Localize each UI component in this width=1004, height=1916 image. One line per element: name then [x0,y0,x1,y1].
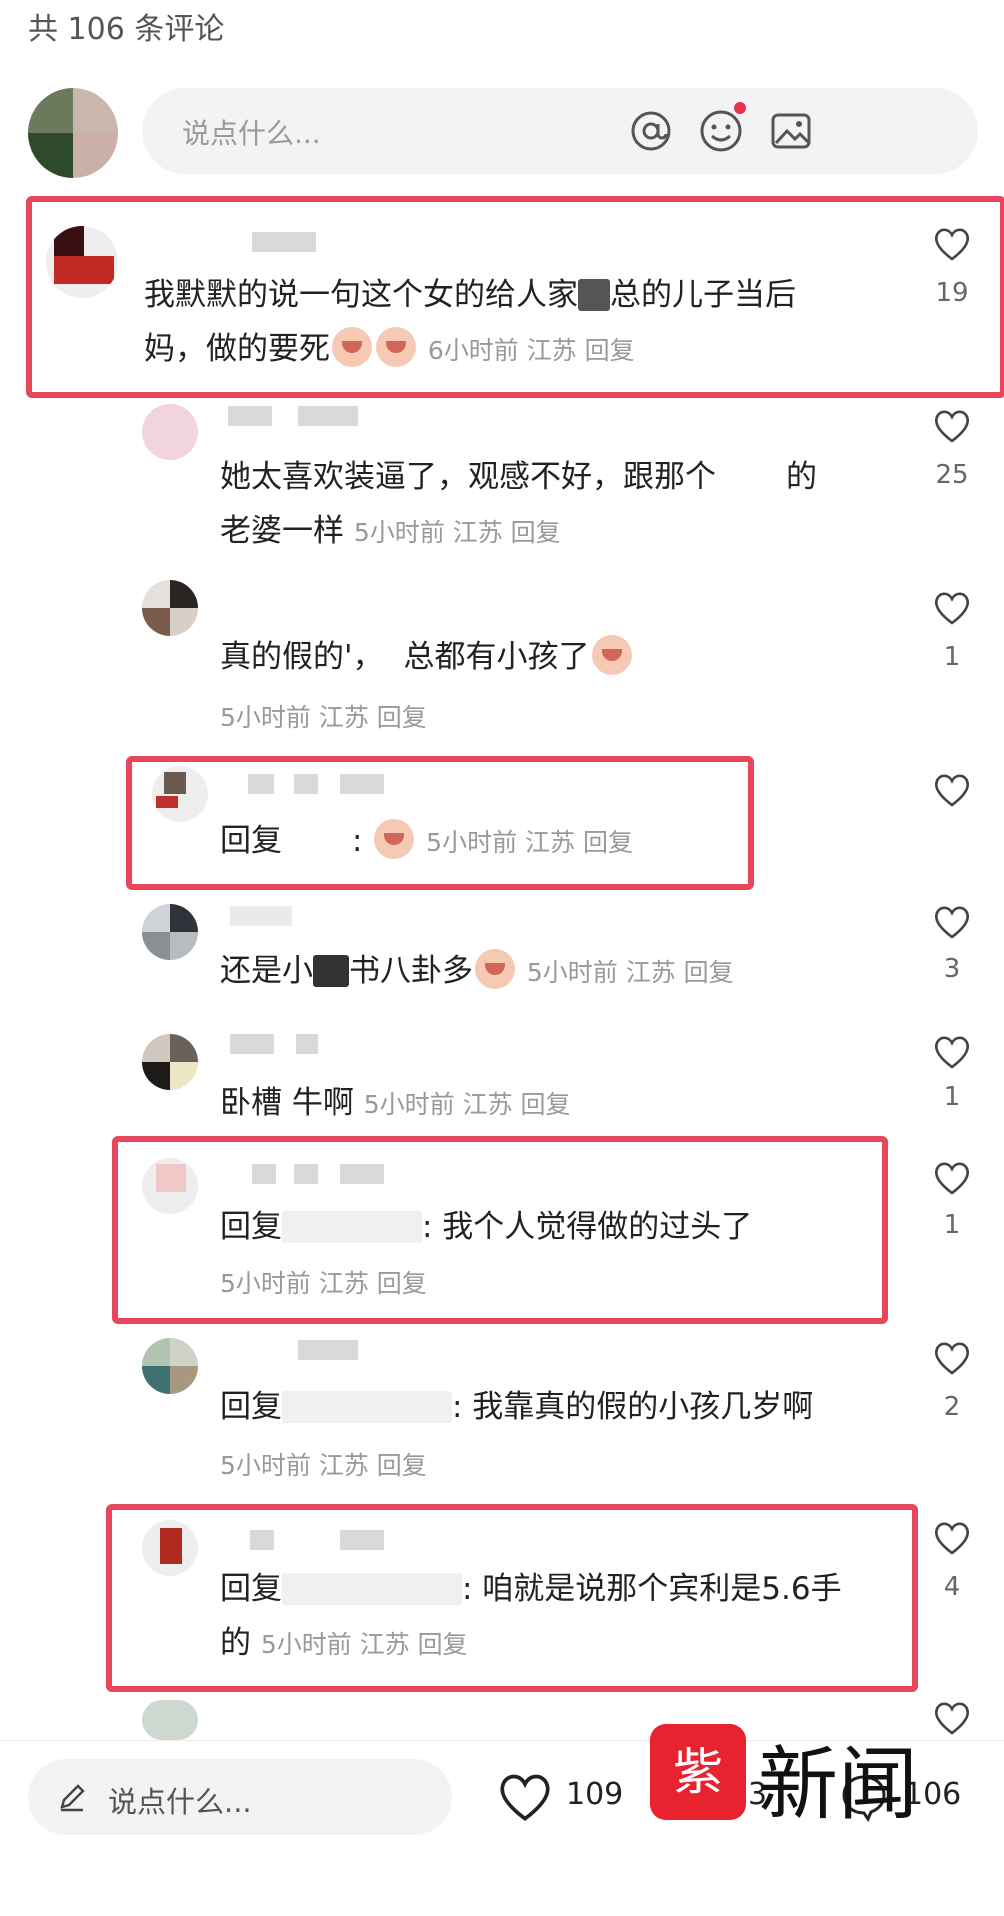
comment-meta: 5小时前 江苏 回复 [220,1451,427,1480]
username[interactable] [228,406,272,426]
heart-icon[interactable] [932,1700,972,1736]
heart-icon[interactable] [932,590,972,626]
image-icon[interactable] [768,108,814,154]
avatar[interactable] [28,88,118,178]
comment-text: 回复: 5小时前 江苏 回复 [220,814,633,870]
like-count: 1 [943,642,961,672]
username [296,1034,318,1054]
avatar[interactable] [46,226,118,298]
emoji-icon [374,819,415,859]
like-count: 25 [935,460,969,490]
like-count: 1 [943,1210,961,1240]
comment-text: 她太喜欢装逼了，观感不好，跟那个的 [220,459,817,495]
username[interactable] [230,906,292,926]
heart-icon[interactable] [932,1340,972,1376]
heart-icon[interactable] [932,408,972,444]
emoji-icon [332,327,372,367]
avatar[interactable] [142,1520,198,1576]
comment-text: 还是小 书八卦多 5小时前 江苏 回复 [220,944,734,1000]
emoji-icon[interactable] [698,108,744,154]
username[interactable] [250,1530,274,1550]
username[interactable] [230,1034,274,1054]
comment-text: 真的假的'， 总都有小孩了 [220,630,634,684]
emoji-icon [591,635,632,675]
emoji-icon [475,949,515,989]
comment-text: 老婆一样 5小时前 江苏 回复 [220,513,561,549]
bottom-comment-input[interactable]: 说点什么... [28,1759,452,1835]
username[interactable] [248,774,274,794]
username [294,1164,318,1184]
comment-text: 回复: 我个人觉得做的过头了 [220,1209,753,1245]
avatar[interactable] [152,766,208,822]
comment-count: 共 106 条评论 [28,12,225,47]
comment-text: 的 5小时前 江苏 回复 [220,1625,468,1661]
avatar[interactable] [142,1338,198,1394]
emoji-icon [376,327,416,367]
like-count: 2 [943,1392,961,1422]
comment-input-placeholder: 说点什么... [182,117,321,150]
heart-icon[interactable] [932,904,972,940]
username[interactable] [252,232,316,252]
heart-icon[interactable] [932,772,972,808]
comment-text: 卧槽 牛啊 5小时前 江苏 回复 [220,1085,571,1121]
like-count: 1 [943,1082,961,1112]
avatar[interactable] [142,580,198,636]
like-total: 109 [566,1777,624,1812]
username[interactable] [252,1164,276,1184]
comment-meta: 5小时前 江苏 回复 [220,1269,427,1298]
heart-icon[interactable] [496,1771,554,1823]
watermark-logo: 紫牛 [650,1724,746,1897]
at-icon[interactable] [628,108,674,154]
avatar[interactable] [142,404,198,460]
comment-meta: 5小时前 江苏 回复 [220,703,427,732]
bottom-input-placeholder: 说点什么... [108,1785,252,1819]
comment-text: 妈，做的要死 6小时前 江苏 回复 [144,322,635,378]
like-count: 4 [943,1572,961,1602]
comment-text: 我默默的说一句这个女的给人家 总的儿子当后 [144,277,796,313]
notification-dot [734,102,746,114]
username [340,774,384,794]
avatar[interactable] [142,904,198,960]
avatar[interactable] [142,1158,198,1214]
avatar[interactable] [142,1700,198,1740]
username[interactable] [298,1340,358,1360]
like-count: 3 [943,954,961,984]
username [298,406,358,426]
pencil-icon [60,1784,85,1812]
watermark-text: 新闻 [758,1738,918,1831]
heart-icon[interactable] [932,1160,972,1196]
heart-icon[interactable] [932,1520,972,1556]
heart-icon[interactable] [932,1034,972,1070]
username [294,774,318,794]
heart-icon[interactable] [932,226,972,262]
username [340,1164,384,1184]
like-count: 19 [935,278,969,308]
comment-text: 回复: 咱就是说那个宾利是5.6手 [220,1571,842,1607]
comment-text: 回复: 我靠真的假的小孩几岁啊 [220,1389,814,1425]
avatar[interactable] [142,1034,198,1090]
username [340,1530,384,1550]
comment-input[interactable]: 说点什么... [142,88,978,174]
